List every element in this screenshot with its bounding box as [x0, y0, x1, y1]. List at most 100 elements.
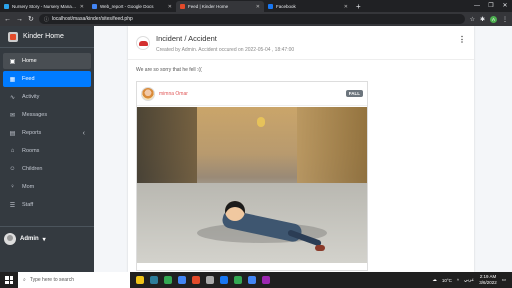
- notification-icon[interactable]: ▭: [502, 277, 506, 283]
- incident-badge: FALL: [345, 90, 363, 97]
- taskbar-app-icon[interactable]: [232, 273, 244, 287]
- children-icon: ☺: [9, 166, 16, 172]
- reports-icon: ▤: [9, 130, 16, 137]
- taskbar-app-icon[interactable]: [260, 273, 272, 287]
- minimize-icon[interactable]: —: [470, 0, 484, 12]
- sidebar-item-children[interactable]: ☺ Children: [3, 161, 91, 177]
- tab-close-icon[interactable]: ✕: [168, 4, 172, 10]
- start-button[interactable]: [0, 272, 18, 288]
- reload-icon[interactable]: ↻: [28, 15, 34, 23]
- browser-tab[interactable]: Web_report - Google Docs ✕: [88, 1, 176, 12]
- browser-tab[interactable]: Facebook ✕: [264, 1, 352, 12]
- photo-child-head: [225, 201, 245, 221]
- rooms-icon: ⌂: [10, 148, 15, 154]
- photo-lantern: [257, 117, 265, 127]
- clock[interactable]: 2:19 AM 3/6/2022: [479, 274, 497, 286]
- taskbar-app-icon[interactable]: [218, 273, 230, 287]
- taskbar-app-icon[interactable]: [176, 273, 188, 287]
- profile-avatar[interactable]: A: [490, 15, 497, 23]
- child-name[interactable]: mimna Omar: [159, 91, 188, 97]
- feed-icon: ▦: [9, 76, 16, 83]
- bookmark-star-icon[interactable]: ☆: [470, 16, 475, 23]
- browser-tab-bar: Nursery Story - Nursery Managem...✕Web_r…: [0, 0, 512, 12]
- taskbar-app-icon[interactable]: [134, 273, 146, 287]
- url-text: localhost/masa/kinder/sites/feed.php: [51, 16, 133, 22]
- taskbar: ⌕ Type here to search ☁ 10°C ^ عربي 2:19…: [0, 272, 512, 288]
- tab-close-icon[interactable]: ✕: [344, 4, 348, 10]
- browser-tab[interactable]: Feed | Kinder Home ✕: [176, 1, 264, 12]
- tab-favicon-icon: [4, 4, 9, 9]
- tab-title: Nursery Story - Nursery Managem...: [12, 4, 77, 9]
- weather-icon[interactable]: ☁: [432, 277, 437, 283]
- child-header: mimna Omar FALL: [137, 82, 367, 106]
- sidebar-item-messages[interactable]: ✉ Messages: [3, 107, 91, 123]
- sidebar-item-rooms[interactable]: ⌂ Rooms: [3, 143, 91, 159]
- info-icon[interactable]: ⓘ: [44, 16, 49, 23]
- extensions-icon[interactable]: ✱: [480, 16, 485, 23]
- caret-down-icon: ▾: [42, 236, 46, 243]
- taskbar-search-placeholder: Type here to search: [29, 277, 75, 283]
- child-attachment: mimna Omar FALL: [136, 81, 368, 271]
- maximize-icon[interactable]: ❐: [484, 0, 498, 12]
- taskbar-app-icon[interactable]: [148, 273, 160, 287]
- sidebar-item-feed[interactable]: ▦ Feed: [3, 71, 91, 87]
- photo-building-left: [137, 107, 197, 187]
- tab-close-icon[interactable]: ✕: [256, 4, 260, 10]
- new-tab-button[interactable]: +: [352, 1, 365, 12]
- tab-favicon-icon: [92, 4, 97, 9]
- tab-title: Web_report - Google Docs: [100, 4, 154, 9]
- menu-dots-icon[interactable]: ⋮: [502, 16, 508, 23]
- chevron-left-icon: ‹: [82, 129, 85, 137]
- sidebar-item-home[interactable]: ▣ Home: [3, 53, 91, 69]
- taskbar-app-icon[interactable]: [246, 273, 258, 287]
- sidebar-item-staff[interactable]: ☰ Staff: [3, 197, 91, 213]
- window-controls: — ❐ ✕: [470, 0, 512, 12]
- weather-temp[interactable]: 10°C: [442, 278, 452, 283]
- tray-arrow-icon[interactable]: ^: [457, 278, 459, 283]
- staff-icon: ☰: [9, 202, 16, 209]
- forward-icon[interactable]: →: [16, 16, 23, 23]
- incident-photo: [137, 107, 367, 263]
- child-avatar[interactable]: [141, 86, 155, 101]
- user-panel[interactable]: Admin ▾: [0, 226, 94, 251]
- taskbar-app-icon[interactable]: [204, 273, 216, 287]
- sidebar-item-reports[interactable]: ▤ Reports ‹: [3, 125, 91, 141]
- post-card: Incident / Accident Created by Admin. Ac…: [128, 26, 474, 272]
- taskbar-apps: [130, 273, 272, 287]
- taskbar-app-icon[interactable]: [190, 273, 202, 287]
- url-bar[interactable]: ⓘ localhost/masa/kinder/sites/feed.php: [38, 14, 465, 24]
- home-icon: ▣: [9, 58, 16, 65]
- post-meta: Created by Admin. Accident occured on 20…: [156, 47, 295, 53]
- post-menu-icon[interactable]: ⋮: [458, 35, 466, 44]
- accident-icon: [136, 36, 150, 50]
- tab-favicon-icon: [268, 4, 273, 9]
- search-icon: ⌕: [23, 277, 26, 283]
- system-tray: ☁ 10°C ^ عربي 2:19 AM 3/6/2022 ▭: [432, 274, 512, 286]
- back-icon[interactable]: ←: [4, 16, 11, 23]
- sidebar-item-activity[interactable]: ∿ Activity: [3, 89, 91, 105]
- sidebar-item-label: Staff: [22, 202, 34, 208]
- sidebar-item-label: Messages: [22, 112, 48, 118]
- taskbar-search[interactable]: ⌕ Type here to search: [18, 272, 130, 288]
- sidebar-item-label: Home: [22, 58, 37, 64]
- photo-child-shoe: [315, 245, 325, 251]
- post-text: We are so sorry that he fell :((: [136, 67, 202, 73]
- sidebar-item-label: Mom: [22, 184, 35, 190]
- language-indicator[interactable]: عربي: [464, 277, 474, 283]
- address-toolbar: ← → ↻ ⓘ localhost/masa/kinder/sites/feed…: [0, 12, 512, 26]
- sidebar-item-label: Feed: [22, 76, 35, 82]
- tab-close-icon[interactable]: ✕: [80, 4, 84, 10]
- sidebar-item-mom[interactable]: ♀ Mom: [3, 179, 91, 195]
- sidebar-item-label: Activity: [22, 94, 40, 100]
- taskbar-app-icon[interactable]: [162, 273, 174, 287]
- brand[interactable]: Kinder Home: [0, 26, 94, 48]
- close-window-icon[interactable]: ✕: [498, 0, 512, 12]
- post-title: Incident / Accident: [156, 34, 217, 43]
- tab-favicon-icon: [180, 4, 185, 9]
- clock-date: 3/6/2022: [479, 280, 497, 285]
- post-header: Incident / Accident Created by Admin. Ac…: [128, 26, 474, 60]
- sidebar-nav: ▣ Home ▦ Feed ∿ Activity ✉ Messages ▤ Reports ‹ ⌂ Ro…: [0, 48, 94, 213]
- sidebar-item-label: Rooms: [22, 148, 40, 154]
- user-avatar: [4, 233, 16, 245]
- browser-tab[interactable]: Nursery Story - Nursery Managem...✕: [0, 1, 88, 12]
